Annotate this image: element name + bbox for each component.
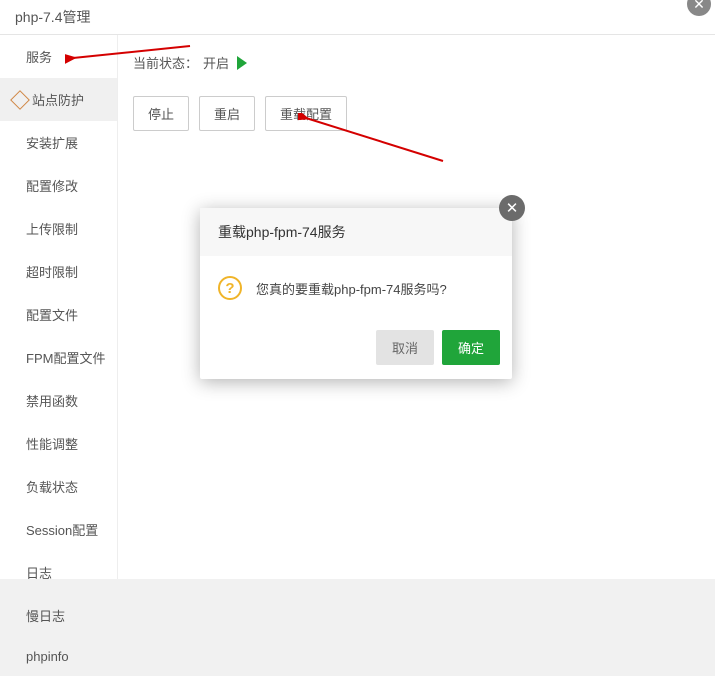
- sidebar-item-config-file[interactable]: 配置文件: [0, 293, 117, 336]
- sidebar-item-service[interactable]: 服务: [0, 35, 117, 78]
- titlebar: php-7.4管理: [0, 0, 715, 35]
- sidebar-item-label: 配置文件: [26, 308, 78, 323]
- sidebar-item-label: 禁用函数: [26, 394, 78, 409]
- ok-button[interactable]: 确定: [442, 330, 500, 365]
- sidebar-item-session-config[interactable]: Session配置: [0, 508, 117, 551]
- sidebar-item-log[interactable]: 日志: [0, 551, 117, 594]
- sidebar-item-load-status[interactable]: 负载状态: [0, 465, 117, 508]
- modal-footer: 取消 确定: [200, 320, 512, 379]
- close-icon: ✕: [506, 199, 519, 217]
- sidebar-item-perf-tuning[interactable]: 性能调整: [0, 422, 117, 465]
- status-label: 当前状态：: [133, 53, 198, 72]
- window-title: php-7.4管理: [15, 7, 90, 27]
- sidebar-item-label: Session配置: [26, 523, 98, 538]
- close-icon: ✕: [693, 0, 705, 13]
- diamond-icon: [10, 90, 30, 110]
- cancel-button[interactable]: 取消: [376, 330, 434, 365]
- reload-config-button[interactable]: 重载配置: [265, 96, 347, 131]
- sidebar-item-label: 上传限制: [26, 222, 78, 237]
- restart-button[interactable]: 重启: [199, 96, 255, 131]
- sidebar-item-install-ext[interactable]: 安装扩展: [0, 121, 117, 164]
- sidebar-item-label: 负载状态: [26, 480, 78, 495]
- sidebar-item-disabled-funcs[interactable]: 禁用函数: [0, 379, 117, 422]
- sidebar-item-site-protection[interactable]: 站点防护: [0, 78, 117, 121]
- stop-button[interactable]: 停止: [133, 96, 189, 131]
- sidebar-item-label: 超时限制: [26, 265, 78, 280]
- modal-message: 您真的要重载php-fpm-74服务吗?: [256, 279, 447, 298]
- status-row: 当前状态： 开启: [133, 53, 700, 72]
- sidebar-item-slow-log[interactable]: 慢日志: [0, 594, 117, 637]
- sidebar-item-timeout[interactable]: 超时限制: [0, 250, 117, 293]
- sidebar-item-fpm-config[interactable]: FPM配置文件: [0, 336, 117, 379]
- sidebar-item-label: 慢日志: [26, 609, 65, 624]
- sidebar-item-phpinfo[interactable]: phpinfo: [0, 637, 117, 676]
- sidebar-item-config-edit[interactable]: 配置修改: [0, 164, 117, 207]
- modal-body: ? 您真的要重载php-fpm-74服务吗?: [200, 256, 512, 320]
- modal-close-button[interactable]: ✕: [499, 195, 525, 221]
- sidebar-item-upload-limit[interactable]: 上传限制: [0, 207, 117, 250]
- confirm-modal: ✕ 重载php-fpm-74服务 ? 您真的要重载php-fpm-74服务吗? …: [200, 208, 512, 379]
- sidebar-item-label: 站点防护: [32, 93, 84, 108]
- action-button-row: 停止 重启 重载配置: [133, 96, 700, 131]
- play-icon: [237, 56, 247, 70]
- sidebar-item-label: 服务: [26, 50, 52, 65]
- sidebar-item-label: 配置修改: [26, 179, 78, 194]
- sidebar-item-label: phpinfo: [26, 649, 69, 664]
- question-icon: ?: [218, 276, 242, 300]
- sidebar: 服务 站点防护 安装扩展 配置修改 上传限制 超时限制 配置文件 FPM配置文件…: [0, 35, 118, 579]
- modal-title: 重载php-fpm-74服务: [200, 208, 512, 256]
- status-value: 开启: [203, 53, 229, 72]
- sidebar-item-label: 性能调整: [26, 437, 78, 452]
- sidebar-item-label: 安装扩展: [26, 136, 78, 151]
- sidebar-item-label: FPM配置文件: [26, 351, 105, 366]
